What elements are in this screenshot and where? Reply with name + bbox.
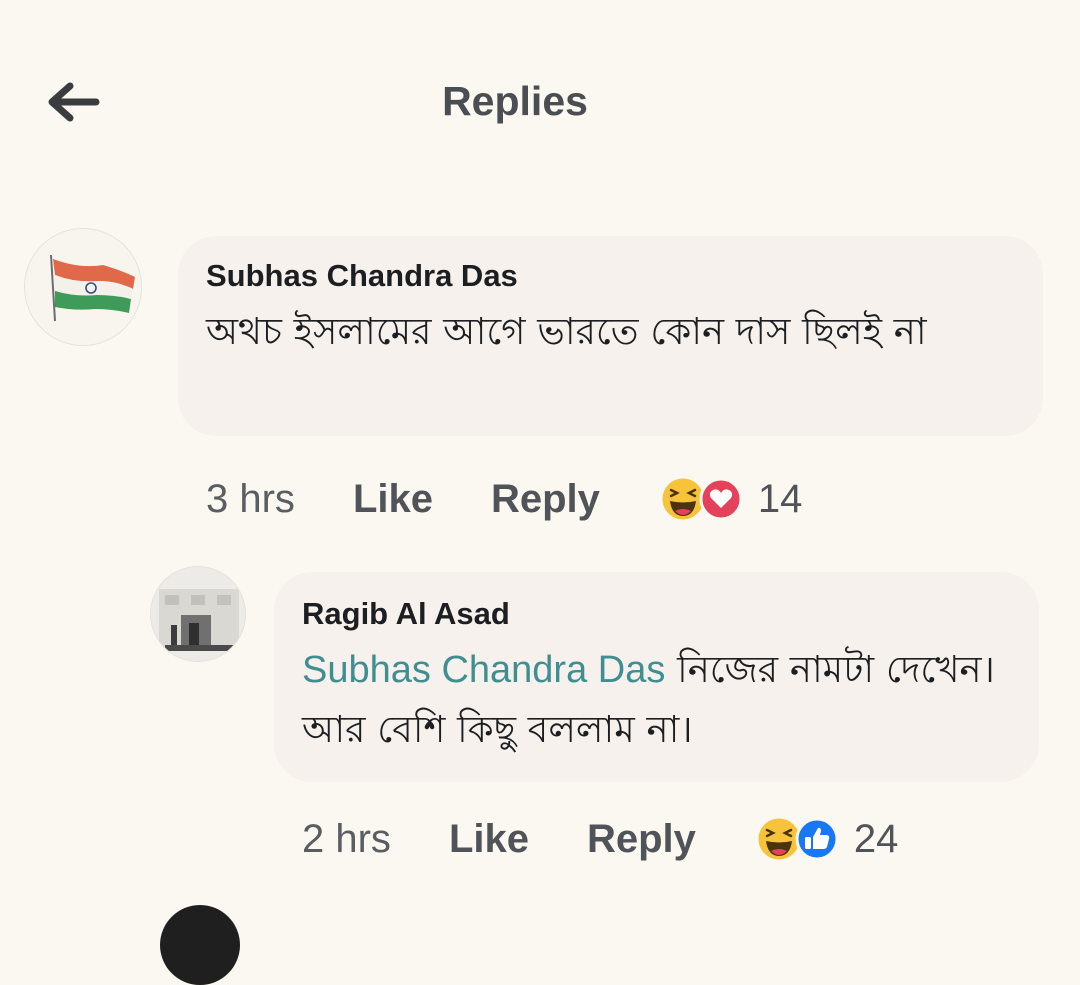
comment-author[interactable]: Ragib Al Asad [302, 596, 510, 632]
like-icon [795, 817, 839, 861]
avatar[interactable] [150, 566, 246, 662]
reaction-count: 14 [757, 476, 803, 521]
reaction-summary[interactable]: 14 [658, 474, 803, 524]
mention-link[interactable]: Subhas Chandra Das [302, 649, 665, 691]
reaction-count: 24 [853, 816, 899, 861]
love-icon [699, 477, 743, 521]
comment-actions: 3 hrs Like Reply 14 [206, 474, 802, 524]
comment-time: 2 hrs [302, 816, 391, 861]
avatar[interactable] [24, 228, 142, 346]
reply-button[interactable]: Reply [491, 477, 600, 522]
avatar[interactable] [160, 905, 240, 985]
building-avatar [151, 567, 245, 661]
comment-actions: 2 hrs Like Reply 24 [302, 814, 898, 864]
like-button[interactable]: Like [449, 817, 529, 862]
india-flag-avatar [25, 229, 141, 345]
comment-text: অথচ ইসলামের আগে ভারতে কোন দাস ছিলই না [206, 310, 927, 353]
comment-text: Subhas Chandra Das নিজের নামটা দেখেন। আর… [302, 640, 1022, 760]
comment-author[interactable]: Subhas Chandra Das [206, 258, 518, 294]
like-button[interactable]: Like [353, 477, 433, 522]
page-title: Replies [442, 78, 588, 124]
reaction-summary[interactable]: 24 [754, 814, 899, 864]
comment-time: 3 hrs [206, 476, 295, 521]
header: Replies [0, 0, 1080, 205]
reply-button[interactable]: Reply [587, 817, 696, 862]
